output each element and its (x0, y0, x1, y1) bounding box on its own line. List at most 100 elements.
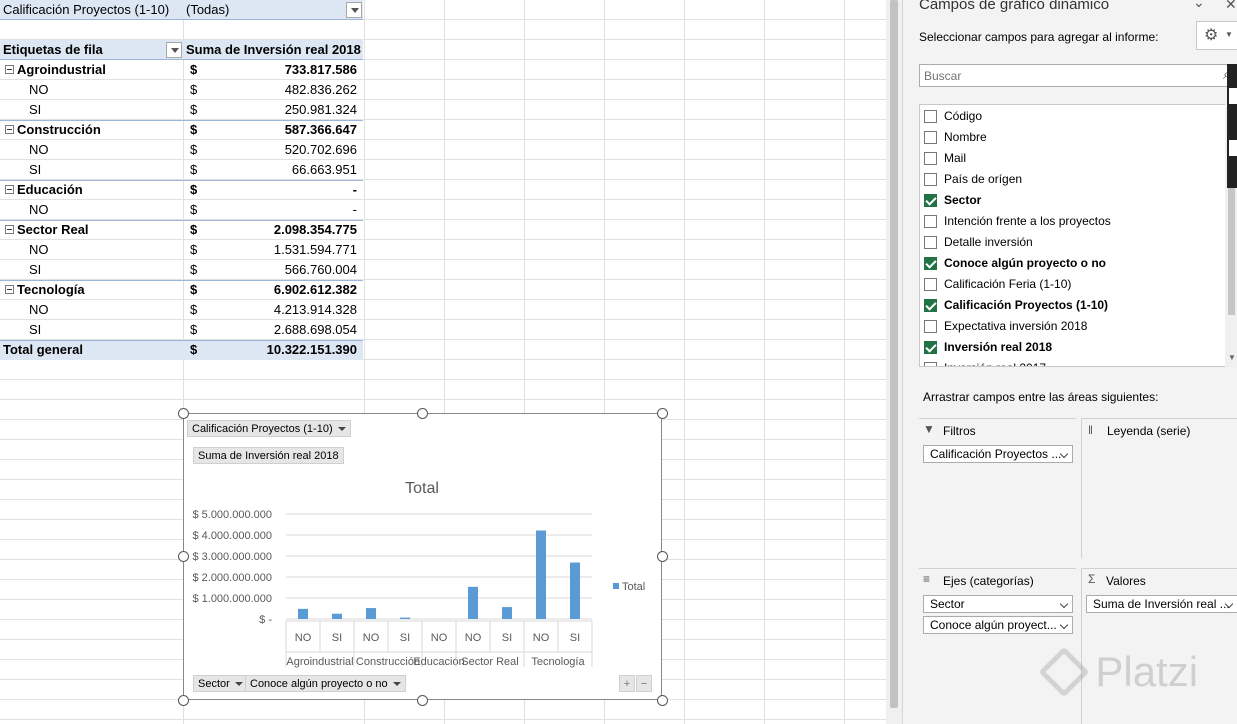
collapse-icon[interactable] (5, 125, 14, 134)
y-tick-label: $ 5.000.000.000 (192, 509, 272, 521)
area-filters[interactable]: ▼ Filtros Calificación Proyectos ... (919, 418, 1076, 558)
search-input[interactable] (924, 67, 1204, 84)
resize-handle-tm[interactable] (417, 408, 428, 419)
pivot-row-value: 1.531.594.771 (273, 242, 357, 257)
resize-handle-bl[interactable] (178, 695, 189, 706)
chart-value-button[interactable]: Suma de Inversión real 2018 (193, 447, 344, 464)
pivot-row-label-text: Construcción (17, 122, 101, 137)
collapse-icon[interactable] (5, 225, 14, 234)
field-checkbox[interactable] (924, 278, 937, 291)
field-checkbox[interactable] (924, 257, 937, 270)
resize-handle-tl[interactable] (178, 408, 189, 419)
pivot-row-label[interactable]: Educación (5, 180, 180, 200)
field-label[interactable]: Inversión real 2018 (944, 340, 1052, 354)
pivot-row-label[interactable]: Agroindustrial (5, 60, 180, 80)
resize-handle-tr[interactable] (657, 408, 668, 419)
field-checkbox[interactable] (924, 341, 937, 354)
pivot-row-label[interactable]: Tecnología (5, 280, 180, 300)
side-toolbar[interactable] (1227, 64, 1237, 188)
chart-title: Total (405, 480, 439, 497)
field-checkbox[interactable] (924, 215, 937, 228)
spreadsheet-grid[interactable]: Calificación Proyectos (1-10) (Todas) Et… (0, 0, 886, 724)
sheet-vertical-scrollbar[interactable] (886, 0, 902, 724)
platzi-logo-icon (1038, 646, 1090, 698)
field-label[interactable]: Mail (944, 151, 966, 165)
field-label[interactable]: Sector (944, 193, 981, 207)
field-label[interactable]: Conoce algún proyecto o no (944, 256, 1106, 270)
field-checkbox[interactable] (924, 236, 937, 249)
field-checkbox[interactable] (924, 320, 937, 333)
area-legend[interactable]: ‖ Leyenda (serie) (1081, 418, 1237, 558)
field-label[interactable]: Calificación Feria (1-10) (944, 277, 1071, 291)
group-label: Tecnología (531, 656, 585, 668)
chart-filter-button[interactable]: Calificación Proyectos (1-10) (187, 420, 351, 437)
field-checkbox[interactable] (924, 131, 937, 144)
filters-item-0[interactable]: Calificación Proyectos ... (923, 445, 1073, 463)
chevron-down-icon[interactable]: ⌄ (1193, 0, 1205, 11)
bar (298, 608, 308, 619)
area-axes[interactable]: ≡ Ejes (categorías) Sector Conoce algún … (919, 568, 1076, 724)
chart-zoom-out-button[interactable]: − (636, 675, 652, 692)
pivot-filter-dropdown-button[interactable] (346, 2, 362, 18)
resize-handle-mr[interactable] (657, 551, 668, 562)
field-label[interactable]: País de orígen (944, 172, 1022, 186)
pivot-row-label[interactable]: Construcción (5, 120, 180, 140)
pivot-row-header: Etiquetas de fila (3, 42, 103, 57)
field-checkbox[interactable] (924, 362, 937, 366)
field-label[interactable]: Calificación Proyectos (1-10) (944, 298, 1108, 312)
side-toolbar-button[interactable] (1229, 140, 1237, 156)
field-label[interactable]: Inversión real 2017 (944, 361, 1046, 366)
resize-handle-bm[interactable] (417, 695, 428, 706)
resize-handle-ml[interactable] (178, 551, 189, 562)
field-checkbox[interactable] (924, 152, 937, 165)
x-tick-label: NO (533, 632, 550, 644)
field-checkbox[interactable] (924, 173, 937, 186)
pivot-row-label-text: Sector Real (17, 222, 89, 237)
scrollbar-thumb[interactable] (890, 0, 898, 708)
axes-item-0[interactable]: Sector (923, 595, 1073, 613)
area-values[interactable]: Σ Valores Suma de Inversión real ... (1081, 568, 1237, 724)
pivot-row-filter-button[interactable] (166, 42, 182, 58)
bar (570, 562, 580, 619)
field-search-box[interactable]: ⌕ (919, 64, 1237, 87)
x-tick-label: NO (295, 632, 312, 644)
field-list[interactable]: Código Nombre Mail País de orígen Sector Inte… (919, 104, 1229, 367)
chart-axis-button-sector[interactable]: Sector (193, 675, 248, 692)
field-label[interactable]: Nombre (944, 130, 987, 144)
field-checkbox[interactable] (924, 194, 937, 207)
close-icon[interactable]: ✕ (1225, 0, 1237, 13)
field-label[interactable]: Expectativa inversión 2018 (944, 319, 1087, 333)
resize-handle-br[interactable] (657, 695, 668, 706)
collapse-icon[interactable] (5, 285, 14, 294)
pivot-total-currency: $ (190, 342, 198, 357)
chevron-down-icon: ▼ (1225, 30, 1233, 39)
chevron-down-icon (392, 682, 401, 687)
pivot-row-currency: $ (190, 302, 198, 317)
field-label[interactable]: Intención frente a los proyectos (944, 214, 1111, 228)
collapse-icon[interactable] (5, 65, 14, 74)
field-checkbox[interactable] (924, 299, 937, 312)
field-checkbox[interactable] (924, 110, 937, 123)
pivot-row-currency: $ (190, 82, 198, 97)
chevron-down-icon[interactable]: ▼ (1228, 353, 1236, 362)
pivot-row-value: 566.760.004 (284, 262, 357, 277)
pivot-chart[interactable]: Calificación Proyectos (1-10) Suma de In… (183, 413, 662, 700)
platzi-watermark-text: Platzi (1095, 648, 1199, 695)
pivot-row-currency: $ (190, 162, 198, 177)
axes-item-1[interactable]: Conoce algún proyect... (923, 616, 1073, 634)
pivot-row-label[interactable]: Sector Real (5, 220, 180, 240)
x-tick-label: NO (431, 632, 448, 644)
side-toolbar-button[interactable] (1229, 88, 1237, 104)
gear-settings-button[interactable]: ⚙ ▼ (1196, 21, 1237, 50)
pivot-row-label: SI (29, 322, 42, 337)
pivot-row-value: 66.663.951 (291, 162, 357, 177)
chart-zoom-in-button[interactable]: + (619, 675, 635, 692)
field-label[interactable]: Código (944, 109, 982, 123)
pivot-row-value: 482.836.262 (284, 82, 357, 97)
pivot-row-label: SI (29, 262, 42, 277)
x-tick-label: SI (570, 632, 580, 644)
chart-axis-button-conoce[interactable]: Conoce algún proyecto o no (245, 675, 406, 692)
field-label[interactable]: Detalle inversión (944, 235, 1033, 249)
values-item-0[interactable]: Suma de Inversión real ... (1086, 595, 1237, 613)
collapse-icon[interactable] (5, 185, 14, 194)
